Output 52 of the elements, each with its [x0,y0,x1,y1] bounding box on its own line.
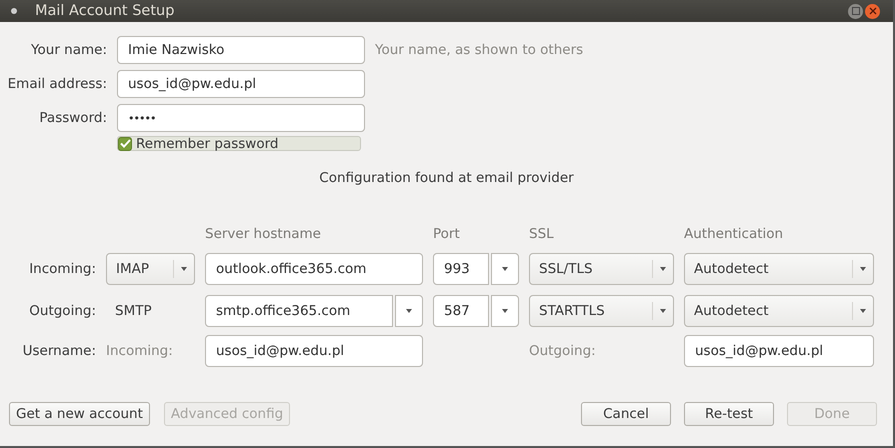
input-field[interactable]: usos_id@pw.edu.pl [684,335,874,367]
caret-icon [181,267,187,271]
dropdown[interactable]: Autodetect [684,295,874,327]
checkbox[interactable] [118,136,132,150]
dropdown[interactable]: Autodetect [684,253,874,285]
dropdown[interactable]: SSL/TLS [529,253,674,285]
dropdown[interactable]: STARTTLS [529,295,674,327]
button[interactable]: Re-test [684,402,774,426]
close-button[interactable] [865,4,880,18]
input-field[interactable]: 587 [433,295,489,327]
input-field[interactable]: 993 [433,253,489,285]
input-field[interactable]: usos_id@pw.edu.pl [205,335,423,367]
dropdown-button[interactable] [491,253,519,285]
dropdown-button[interactable] [491,295,519,327]
field-label: Incoming: [106,343,174,359]
input-field[interactable]: outlook.office365.com [205,253,423,285]
hint-text: Your name, as shown to others [375,42,584,58]
field-label: Password: [38,110,107,126]
button[interactable]: Cancel [581,402,671,426]
window-title: Mail Account Setup [35,3,174,19]
square-icon [852,7,860,15]
status-text: Configuration found at email provider [318,170,575,188]
row-label: Incoming: [28,261,96,277]
field-label: Email address: [6,76,107,92]
checkmark-icon [120,139,130,148]
caret-icon [860,267,866,271]
column-header: Authentication [684,226,784,242]
column-header: SSL [529,226,555,242]
input-field[interactable]: Imie Nazwisko [117,36,365,64]
close-icon [868,7,876,15]
maximize-button[interactable] [848,4,863,18]
field-label: Your name: [30,42,107,58]
input-field[interactable]: smtp.office365.com [205,295,393,327]
caret-icon [860,309,866,313]
caret-icon [502,267,508,271]
caret-icon [660,267,666,271]
caret-icon [502,309,508,313]
checkbox-label[interactable]: Remember password [136,136,278,152]
field-label: Outgoing: [529,343,597,359]
protocol-text: SMTP [114,303,153,319]
row-label: Outgoing: [28,303,96,319]
window-menu-icon[interactable] [11,8,17,14]
dropdown-button[interactable] [395,295,423,327]
caret-icon [660,309,666,313]
row-label: Username: [22,343,96,359]
column-header: Port [433,226,461,242]
dropdown[interactable]: IMAP [106,253,195,285]
password-field[interactable]: ••••• [117,104,365,132]
column-header: Server hostname [205,226,322,242]
caret-icon [406,309,412,313]
input-field[interactable]: usos_id@pw.edu.pl [117,70,365,98]
button[interactable]: Get a new account [9,402,150,426]
